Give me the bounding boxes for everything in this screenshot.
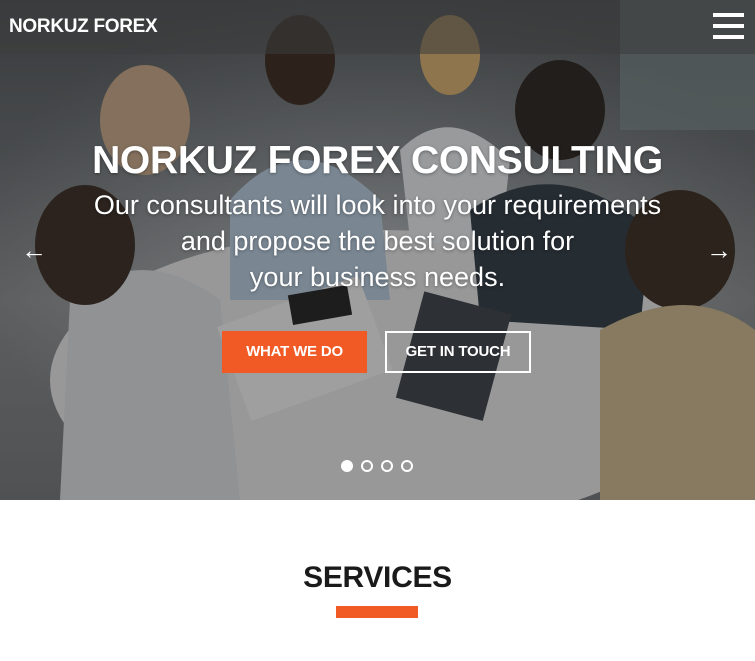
hero-subtitle-line-1: Our consultants will look into your requ…: [93, 190, 662, 220]
hero-subtitle: Our consultants will look into your requ…: [58, 187, 698, 295]
brand-logo-link[interactable]: NORKUZ FOREX: [9, 16, 158, 38]
hamburger-line: [713, 35, 744, 39]
page: NORKUZ FOREX CONSULTING Our consultants …: [0, 0, 755, 661]
hamburger-line: [713, 24, 744, 28]
what-we-do-button[interactable]: WHAT WE DO: [222, 331, 367, 373]
get-in-touch-button[interactable]: GET IN TOUCH: [385, 331, 531, 373]
carousel-dot-1[interactable]: [341, 460, 353, 472]
carousel-dot-4[interactable]: [401, 460, 413, 472]
carousel-dot-3[interactable]: [381, 460, 393, 472]
hero-title: NORKUZ FOREX CONSULTING: [92, 139, 663, 182]
hamburger-line: [713, 13, 744, 17]
top-navbar: NORKUZ FOREX: [0, 0, 755, 54]
hero-carousel: NORKUZ FOREX CONSULTING Our consultants …: [0, 0, 755, 500]
hero-subtitle-line-2: and propose the best solution for: [180, 226, 575, 256]
services-heading-underline: [336, 606, 418, 618]
services-heading: SERVICES: [303, 561, 452, 594]
carousel-next-arrow-icon[interactable]: →: [706, 236, 732, 264]
hero-content: NORKUZ FOREX CONSULTING Our consultants …: [0, 137, 755, 295]
hamburger-menu-icon[interactable]: [713, 13, 744, 39]
carousel-prev-arrow-icon[interactable]: ←: [21, 236, 47, 264]
hero-subtitle-line-3: your business needs.: [249, 262, 506, 292]
carousel-dot-2[interactable]: [361, 460, 373, 472]
